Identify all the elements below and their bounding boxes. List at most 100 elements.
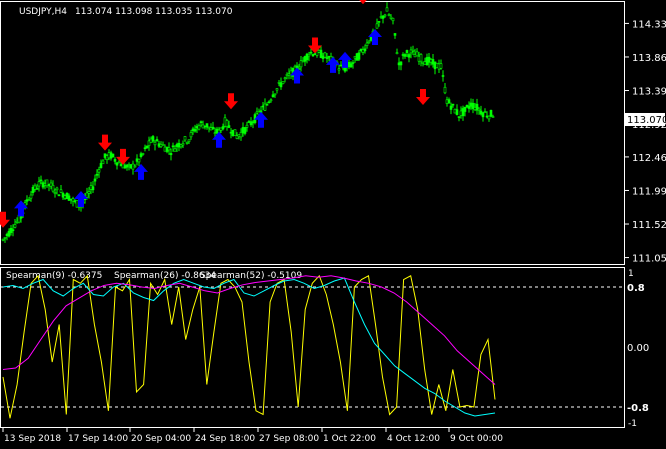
candle	[157, 140, 161, 149]
candle	[181, 140, 185, 149]
indicator-tick-label: -0.8	[627, 403, 649, 414]
candle	[165, 146, 169, 154]
candle	[415, 48, 419, 57]
candle	[11, 224, 15, 237]
candle	[71, 196, 75, 207]
candle	[457, 116, 461, 122]
candle	[387, 13, 391, 17]
symbol-text: USDJPY,H4	[19, 7, 67, 17]
candle	[187, 139, 191, 145]
time-tick-label: 4 Oct 12:00	[387, 434, 440, 444]
price-tick-label: 113.860	[632, 53, 666, 64]
candle	[179, 144, 183, 149]
candle	[239, 128, 243, 141]
candle	[233, 129, 237, 136]
candle	[73, 199, 77, 204]
candle	[113, 157, 117, 165]
candle	[149, 136, 153, 144]
candle	[197, 123, 201, 131]
candle	[185, 141, 189, 145]
candle	[13, 219, 17, 229]
candle	[365, 39, 369, 49]
candle	[99, 159, 103, 169]
candle	[447, 97, 451, 104]
indicator-panel-frame	[0, 267, 625, 428]
candle	[143, 144, 147, 152]
candle	[475, 98, 479, 115]
time-tick-label: 20 Sep 04:00	[131, 434, 191, 444]
candle	[97, 166, 101, 178]
sell-arrow-icon	[224, 93, 238, 110]
candle	[153, 140, 157, 151]
candle	[205, 123, 209, 130]
candle	[229, 127, 233, 139]
indicator-tick-label: -1	[628, 419, 637, 429]
candle	[391, 17, 395, 25]
candle	[247, 120, 251, 124]
indicator-tick-label: 0.00	[627, 343, 649, 354]
candle	[237, 134, 241, 140]
candle	[123, 163, 127, 170]
time-tick-label: 24 Sep 18:00	[195, 434, 255, 444]
time-axis: 13 Sep 2018 17 Sep 14:00 20 Sep 04:00 24 Se…	[2, 428, 503, 444]
time-tick-label: 1 Oct 22:00	[323, 434, 376, 444]
candle	[5, 232, 9, 241]
indicator-axis: 1 0.8 0.00 -0.8 -1	[627, 269, 649, 429]
candles-layer	[1, 2, 495, 243]
candle	[243, 126, 247, 136]
candle	[45, 179, 49, 188]
candle	[483, 108, 487, 113]
time-tick-label: 27 Sep 08:00	[259, 434, 319, 444]
candle	[111, 153, 115, 158]
spearman-52-label: Spearman(52) -0.5109	[200, 271, 302, 281]
candle	[145, 145, 149, 149]
candle	[65, 192, 69, 200]
candle	[323, 51, 327, 59]
time-tick-label: 9 Oct 00:00	[450, 434, 503, 444]
candle	[115, 162, 119, 170]
indicator-lines	[2, 274, 496, 419]
candle	[221, 123, 225, 131]
candle	[1, 238, 5, 242]
spearman-series-line	[2, 277, 496, 417]
candle	[203, 125, 207, 130]
candle	[441, 70, 445, 82]
candle	[51, 180, 55, 193]
candle	[57, 194, 61, 197]
candle	[87, 187, 91, 199]
candle	[193, 124, 197, 133]
spearman-series-line	[2, 275, 496, 385]
candle	[443, 83, 447, 95]
trading-chart[interactable]: USDJPY,H4 113.074 113.098 113.035 113.07…	[0, 0, 666, 449]
candle	[109, 150, 113, 161]
candle	[211, 121, 215, 130]
candle	[89, 181, 93, 195]
candle	[407, 52, 411, 63]
candle	[169, 148, 173, 161]
buy-arrow-icon	[254, 111, 268, 128]
candle	[375, 18, 379, 29]
price-tick-label: 112.460	[632, 153, 666, 164]
sell-arrow-icon	[416, 88, 430, 105]
signal-arrows-layer	[0, 0, 430, 228]
candle	[101, 159, 105, 165]
candle	[183, 135, 187, 143]
indicator-tick-label: 1	[628, 269, 634, 279]
candle	[251, 119, 255, 129]
price-tick-label: 111.050	[632, 254, 666, 265]
candle	[151, 135, 155, 143]
price-tick-label: 114.330	[632, 19, 666, 30]
candle	[173, 145, 177, 152]
candle	[411, 45, 415, 56]
candle	[171, 142, 175, 152]
candle	[489, 109, 493, 118]
ohlc-text: 113.074 113.098 113.035 113.070	[75, 7, 233, 17]
candle	[63, 194, 67, 200]
candle	[381, 15, 385, 24]
candle	[127, 162, 131, 171]
candle	[103, 153, 107, 160]
candle	[219, 127, 223, 133]
candle	[7, 228, 11, 238]
candle	[403, 53, 407, 59]
candle	[357, 50, 361, 62]
